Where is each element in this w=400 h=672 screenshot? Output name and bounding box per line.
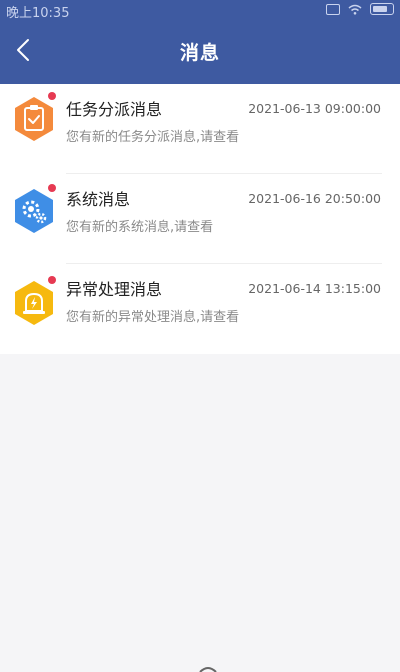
message-list: 任务分派消息 2021-06-13 09:00:00 您有新的任务分派消息,请查… (0, 84, 400, 354)
message-time: 2021-06-14 13:15:00 (248, 281, 381, 296)
unread-dot (48, 184, 56, 192)
message-title: 异常处理消息 (66, 280, 163, 299)
alert-bolt-icon (15, 281, 53, 325)
task-icon-badge (10, 92, 58, 143)
exception-icon-badge (10, 276, 58, 327)
gears-icon (15, 189, 53, 233)
system-icon-badge (10, 184, 58, 235)
message-item-system[interactable]: 系统消息 2021-06-16 20:50:00 您有新的系统消息,请查看 (0, 174, 400, 264)
status-bar: 晚上10:35 (0, 0, 400, 21)
battery-icon (370, 3, 394, 15)
message-item-task-assignment[interactable]: 任务分派消息 2021-06-13 09:00:00 您有新的任务分派消息,请查… (0, 84, 400, 174)
unread-dot (48, 92, 56, 100)
message-subtitle: 您有新的异常处理消息,请查看 (66, 310, 240, 325)
clipboard-check-icon (15, 97, 53, 141)
unread-dot (48, 276, 56, 284)
wifi-icon (348, 4, 362, 15)
home-indicator (199, 667, 217, 672)
message-subtitle: 您有新的任务分派消息,请查看 (66, 130, 240, 145)
message-title: 任务分派消息 (66, 100, 163, 119)
message-subtitle: 您有新的系统消息,请查看 (66, 220, 214, 235)
app-header: 晚上10:35 消息 (0, 0, 400, 84)
page-title: 消息 (179, 42, 220, 64)
message-item-exception[interactable]: 异常处理消息 2021-06-14 13:15:00 您有新的异常处理消息,请查… (0, 264, 400, 354)
message-time: 2021-06-16 20:50:00 (248, 191, 381, 206)
sim-icon (326, 3, 340, 15)
message-title: 系统消息 (66, 190, 131, 209)
status-time: 晚上10:35 (6, 6, 70, 21)
status-icons (326, 3, 394, 15)
message-time: 2021-06-13 09:00:00 (248, 101, 381, 116)
